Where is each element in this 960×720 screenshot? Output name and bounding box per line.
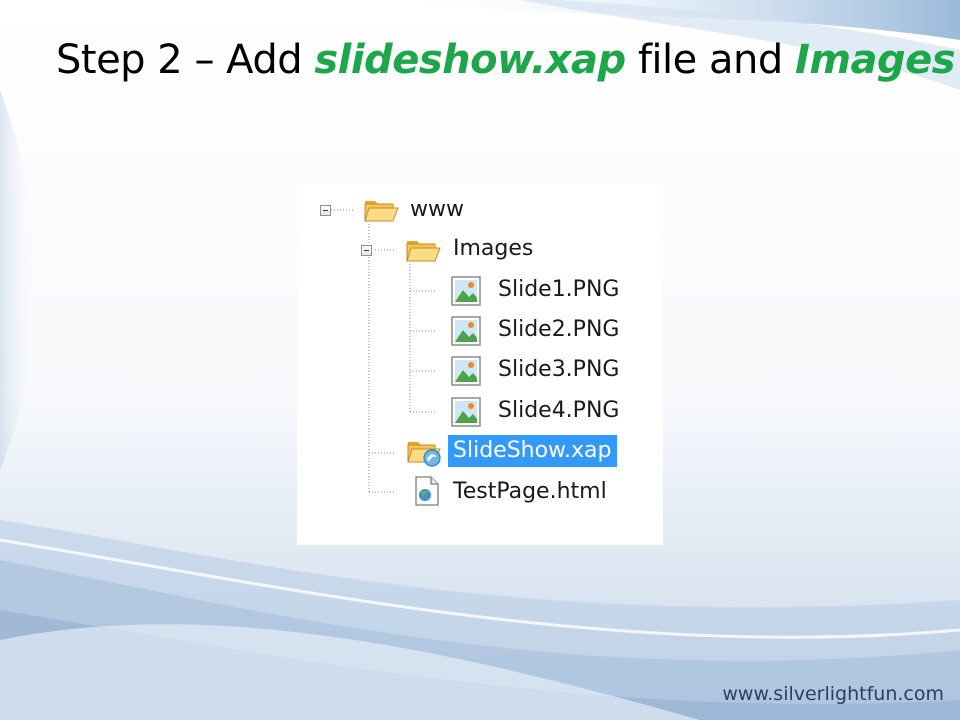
slide-title: Step 2 – Add slideshow.xap file and Imag… bbox=[56, 30, 956, 90]
tree-node-www[interactable]: www bbox=[405, 194, 469, 226]
tree-node-file[interactable]: Slide3.PNG bbox=[493, 354, 624, 386]
image-file-icon bbox=[451, 276, 481, 306]
open-folder-icon bbox=[364, 201, 399, 222]
image-file-icon bbox=[451, 316, 481, 346]
tree-node-testpage-html[interactable]: TestPage.html bbox=[448, 476, 612, 508]
html-page-icon bbox=[415, 476, 439, 506]
title-text-middle: file and bbox=[625, 37, 795, 83]
title-text-start: Step 2 – Add bbox=[56, 37, 315, 83]
open-folder-icon bbox=[406, 241, 441, 262]
title-highlight-images: Images bbox=[794, 37, 956, 83]
tree-node-file[interactable]: Slide4.PNG bbox=[493, 395, 624, 427]
tree-node-slideshow-xap[interactable]: SlideShow.xap bbox=[448, 435, 617, 467]
footer-url: www.silverlightfun.com bbox=[722, 683, 944, 705]
image-file-icon bbox=[451, 356, 481, 386]
title-highlight-xap: slideshow.xap bbox=[314, 37, 626, 83]
tree-node-file[interactable]: Slide2.PNG bbox=[493, 314, 624, 346]
tree-node-images[interactable]: Images bbox=[448, 233, 538, 265]
tree-node-file[interactable]: Slide1.PNG bbox=[493, 274, 624, 306]
collapse-images-button[interactable] bbox=[361, 245, 372, 256]
solution-explorer-tree: www Images Slide1.PNG Slide2.PNG Slide3.… bbox=[297, 184, 663, 545]
silverlight-package-icon bbox=[407, 442, 441, 467]
image-file-icon bbox=[451, 397, 481, 427]
collapse-www-button[interactable] bbox=[320, 205, 331, 216]
